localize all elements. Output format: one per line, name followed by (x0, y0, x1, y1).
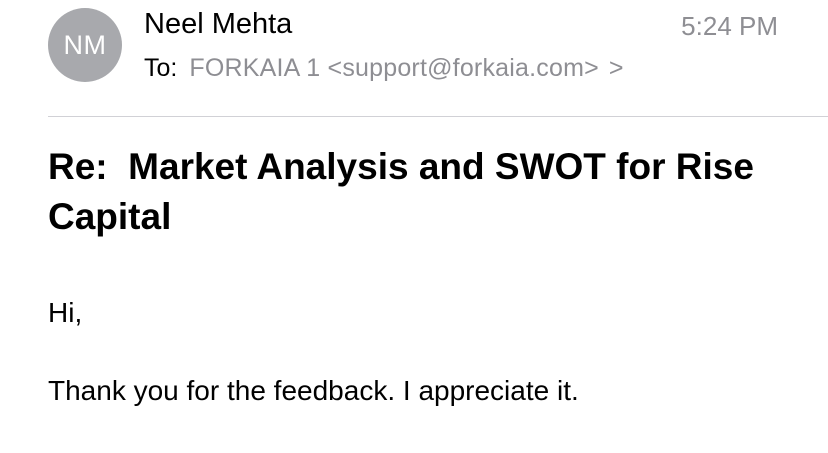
avatar-initials: NM (63, 29, 107, 60)
recipient-row[interactable]: To: FORKAIA 1 <support@forkaia.com> > (144, 51, 624, 85)
email-body-text: Thank you for the feedback. I appreciate… (48, 375, 579, 406)
header-divider (48, 116, 828, 117)
avatar[interactable]: NM (48, 8, 122, 82)
message-timestamp: 5:24 PM (681, 11, 778, 41)
email-body-greeting: Hi, (48, 297, 83, 328)
sender-name[interactable]: Neel Mehta (144, 6, 292, 42)
chevron-right-icon[interactable]: > (609, 51, 624, 85)
to-label: To: (144, 54, 178, 82)
email-subject: Re: Market Analysis and SWOT for Rise Ca… (48, 146, 765, 237)
recipient-address[interactable]: FORKAIA 1 <support@forkaia.com> (189, 51, 599, 85)
email-message-view: NM Neel Mehta 5:24 PM To: FORKAIA 1 <sup… (0, 0, 828, 453)
